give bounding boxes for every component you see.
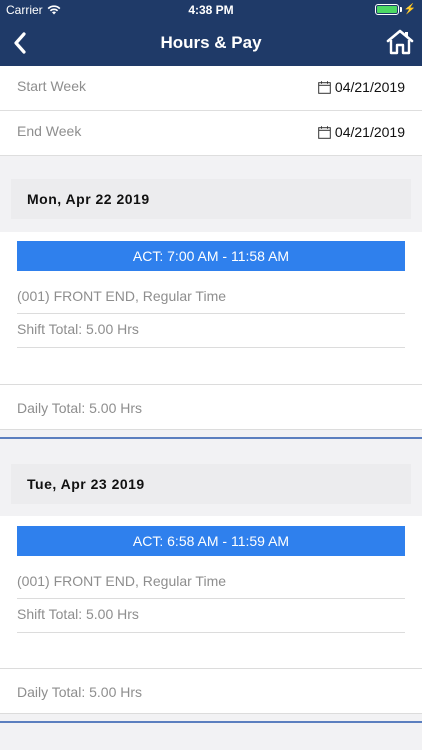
job-label: (001) FRONT END, Regular Time	[17, 573, 227, 589]
end-week-row[interactable]: End Week 04/21/2019	[0, 111, 422, 156]
day-header: Mon, Apr 22 2019	[11, 179, 411, 219]
shift-total-label: Shift Total: 5.00 Hrs	[17, 321, 139, 337]
battery-icon: ⚡	[374, 4, 416, 15]
shift-total-line: Shift Total: 5.00 Hrs	[17, 314, 405, 348]
week-filter-panel: Start Week 04/21/2019 End Week 04/21/201…	[0, 66, 422, 156]
shift-card: ACT: 6:58 AM - 11:59 AM (001) FRONT END,…	[0, 516, 422, 668]
day-divider	[0, 437, 422, 439]
start-week-row[interactable]: Start Week 04/21/2019	[0, 66, 422, 111]
day-divider	[0, 721, 422, 723]
act-time-bar[interactable]: ACT: 7:00 AM - 11:58 AM	[17, 241, 405, 271]
day-header: Tue, Apr 23 2019	[11, 464, 411, 504]
end-week-value: 04/21/2019	[334, 124, 405, 140]
home-button[interactable]	[386, 28, 414, 56]
home-icon	[386, 29, 414, 55]
status-time: 4:38 PM	[188, 3, 234, 17]
charging-bolt-icon: ⚡	[403, 4, 416, 15]
page-title: Hours & Pay	[160, 33, 262, 52]
day-section: Mon, Apr 22 2019 ACT: 7:00 AM - 11:58 AM…	[0, 156, 422, 440]
nav-bar: Hours & Pay	[0, 20, 422, 66]
day-date: Mon, Apr 22 2019	[27, 191, 150, 207]
shift-total-line: Shift Total: 5.00 Hrs	[17, 599, 405, 633]
end-week-label: End Week	[17, 123, 82, 139]
act-time-bar[interactable]: ACT: 6:58 AM - 11:59 AM	[17, 526, 405, 556]
shift-total-label: Shift Total: 5.00 Hrs	[17, 606, 139, 622]
day-date: Tue, Apr 23 2019	[27, 476, 145, 492]
start-week-value: 04/21/2019	[334, 79, 405, 95]
calendar-icon	[318, 80, 331, 94]
day-section: Tue, Apr 23 2019 ACT: 6:58 AM - 11:59 AM…	[0, 440, 422, 724]
calendar-icon	[318, 125, 331, 139]
daily-total-label: Daily Total: 5.00 Hrs	[17, 684, 143, 700]
daily-total-label: Daily Total: 5.00 Hrs	[17, 400, 143, 416]
start-week-picker[interactable]: 04/21/2019	[318, 79, 405, 95]
end-week-picker[interactable]: 04/21/2019	[318, 124, 405, 140]
daily-total-row: Daily Total: 5.00 Hrs	[0, 384, 422, 430]
job-line: (001) FRONT END, Regular Time	[17, 280, 405, 314]
start-week-label: Start Week	[17, 78, 86, 94]
daily-total-row: Daily Total: 5.00 Hrs	[0, 668, 422, 714]
job-line: (001) FRONT END, Regular Time	[17, 565, 405, 599]
job-label: (001) FRONT END, Regular Time	[17, 288, 227, 304]
status-bar: Carrier 4:38 PM ⚡	[0, 0, 422, 20]
shift-card: ACT: 7:00 AM - 11:58 AM (001) FRONT END,…	[0, 232, 422, 384]
